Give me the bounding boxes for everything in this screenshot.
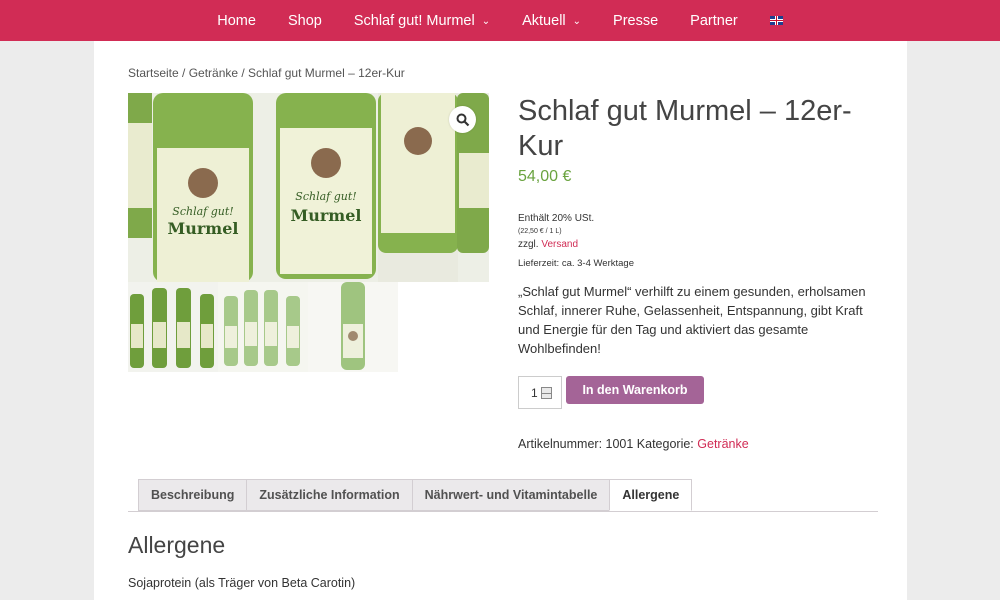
shipping-prefix: zzgl. <box>518 239 539 250</box>
nav-item-partner[interactable]: Partner <box>674 0 754 41</box>
magnifier-icon[interactable] <box>449 106 476 133</box>
nav-label: Schlaf gut! Murmel <box>353 12 475 29</box>
nav-label: Partner <box>690 12 738 29</box>
product-title: Schlaf gut Murmel – 12er-Kur <box>518 95 852 162</box>
tab-zusaetzliche-information[interactable]: Zusätzliche Information <box>246 479 413 511</box>
tab-beschreibung[interactable]: Beschreibung <box>138 479 248 511</box>
unit-price: (22,50 € / 1 L) <box>518 228 562 235</box>
nav-item-aktuell[interactable]: Aktuell ⌄ <box>506 0 597 41</box>
product-meta: Artikelnummer: 1001 Kategorie: Getränke <box>518 437 749 451</box>
spinner-icon[interactable] <box>541 387 552 399</box>
product-thumbnail[interactable] <box>218 282 308 372</box>
chevron-down-icon: ⌄ <box>481 15 491 27</box>
tab-allergene[interactable]: Allergene <box>609 479 693 511</box>
section-heading: Allergene <box>128 532 226 558</box>
bottle-label-text: Murmel <box>168 219 239 238</box>
quantity-stepper[interactable]: 1 <box>518 376 562 409</box>
bottle-label-text: Schlaf gut! <box>172 205 233 218</box>
nav-label: Aktuell <box>522 12 566 29</box>
category-link[interactable]: Getränke <box>697 437 748 451</box>
product-main-image[interactable]: Schlaf gut! Murmel Schlaf gut! Murmel <box>128 93 489 282</box>
product-thumbnail[interactable] <box>128 282 218 372</box>
uk-flag-icon <box>769 16 783 25</box>
top-navigation: Home Shop Schlaf gut! Murmel ⌄ Aktuell ⌄ P… <box>0 0 1000 41</box>
tax-info: Enthält 20% USt. <box>518 213 595 224</box>
product-description: „Schlaf gut Murmel“ verhilft zu einem ge… <box>518 284 866 356</box>
add-to-cart-button[interactable]: In den Warenkorb <box>566 376 704 404</box>
chevron-down-icon: ⌄ <box>572 15 582 27</box>
shipping-link[interactable]: Versand <box>541 239 578 250</box>
section-text: Sojaprotein (als Träger von Beta Carotin… <box>128 576 356 590</box>
sku-text: Artikelnummer: 1001 Kategorie: <box>518 437 694 451</box>
quantity-value: 1 <box>531 386 538 400</box>
nav-item-shop[interactable]: Shop <box>272 0 338 41</box>
product-thumbnail[interactable] <box>308 282 398 372</box>
nav-item-home[interactable]: Home <box>201 0 272 41</box>
tab-naehrwert-vitamintabelle[interactable]: Nährwert- und Vitamintabelle <box>411 479 611 511</box>
nav-label: Presse <box>613 12 659 29</box>
breadcrumb: Startseite / Getränke / Schlaf gut Murme… <box>128 66 405 80</box>
product-tabs: Beschreibung Zusätzliche Information Näh… <box>138 479 693 511</box>
nav-label: Home <box>217 12 256 29</box>
tabs-divider <box>128 511 878 512</box>
product-price: 54,00 € <box>518 168 572 185</box>
nav-item-language[interactable] <box>754 0 799 41</box>
bottle-label-text: Murmel <box>291 206 362 225</box>
bottle-label-text: Schlaf gut! <box>295 190 356 203</box>
nav-item-schlaf-gut-murmel[interactable]: Schlaf gut! Murmel ⌄ <box>338 0 506 41</box>
nav-item-presse[interactable]: Presse <box>597 0 674 41</box>
shipping-info: zzgl. Versand <box>518 239 578 250</box>
delivery-time: Lieferzeit: ca. 3-4 Werktage <box>518 258 634 269</box>
nav-label: Shop <box>287 12 322 29</box>
